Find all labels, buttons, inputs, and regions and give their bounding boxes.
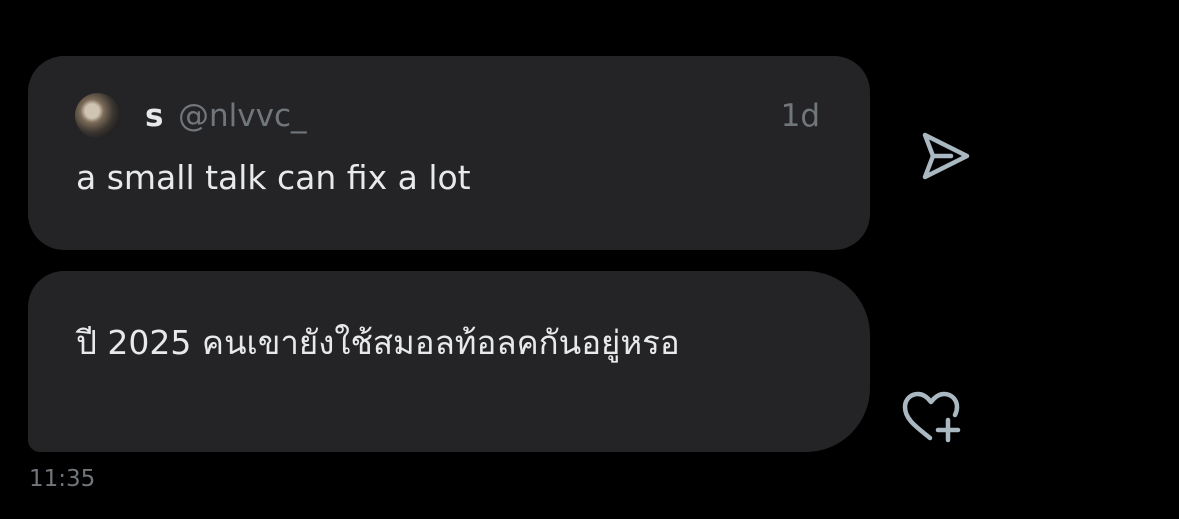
heart-plus-icon[interactable] [900, 390, 966, 446]
message-timestamp: 11:35 [29, 466, 96, 492]
author-avatar[interactable] [75, 93, 120, 138]
quoted-post-card[interactable]: s @nlvvc_ 1d a small talk can fix a lot [28, 56, 870, 250]
post-age: 1d [780, 98, 820, 134]
send-arrow-icon[interactable] [918, 128, 974, 184]
message-bubble[interactable]: ปี 2025 คนเขายังใช้สมอลท้อลคกันอยู่หรอ [28, 271, 870, 452]
message-text: ปี 2025 คนเขายังใช้สมอลท้อลคกันอยู่หรอ [76, 323, 680, 362]
author-handle: @nlvvc_ [178, 98, 307, 134]
author-name: s [145, 98, 164, 134]
quoted-post-text: a small talk can fix a lot [76, 158, 471, 197]
